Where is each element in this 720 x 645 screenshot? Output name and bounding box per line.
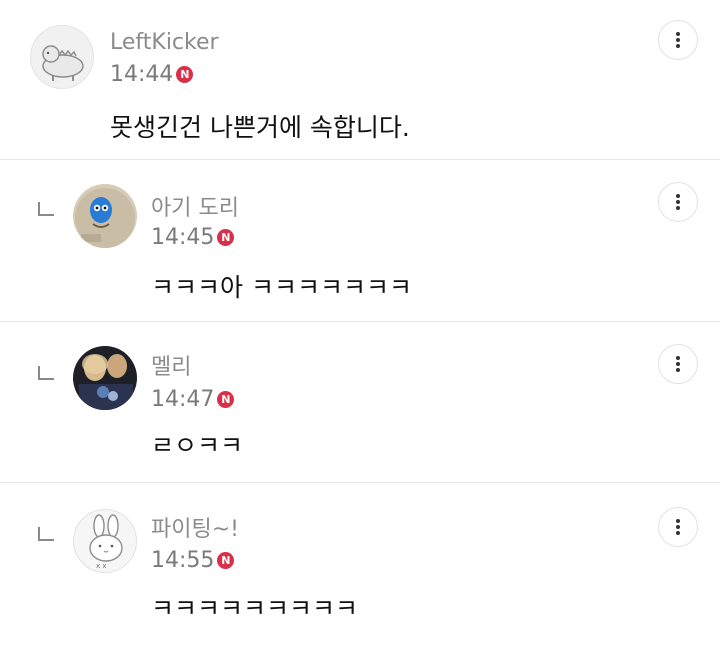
dinosaur-avatar-icon — [42, 45, 84, 81]
reply-item: 아기 도리 14:45 N ㅋㅋㅋ아 ㅋㅋㅋㅋㅋㅋㅋ — [0, 160, 720, 322]
comment-author[interactable]: 아기 도리 — [151, 190, 239, 222]
avatar[interactable] — [73, 346, 137, 410]
photo-avatar-icon — [73, 346, 137, 410]
time-row: 14:55 N — [151, 548, 235, 573]
comment-text: ㅋㅋㅋ아 ㅋㅋㅋㅋㅋㅋㅋ — [151, 273, 412, 302]
bunny-avatar-icon: x x — [89, 514, 123, 570]
more-vertical-icon — [676, 356, 680, 372]
comment-author[interactable]: 파이팅~! — [151, 511, 239, 543]
reply-item: 멜리 14:47 N ㄹㅇㅋㅋ — [0, 322, 720, 483]
comment-text: ㄹㅇㅋㅋ — [151, 431, 244, 460]
avatar[interactable] — [73, 184, 137, 248]
time-row: 14:45 N — [151, 225, 235, 250]
more-vertical-icon — [676, 519, 680, 535]
new-badge: N — [176, 66, 194, 83]
time-row: 14:44 N — [110, 62, 194, 87]
new-badge: N — [217, 229, 235, 246]
new-badge: N — [217, 552, 235, 569]
comment-time: 14:55 — [151, 548, 215, 573]
comment-time: 14:44 — [110, 62, 174, 87]
comment-text: 못생긴건 나쁜거에 속합니다. — [110, 113, 410, 142]
avatar[interactable]: x x — [73, 509, 137, 573]
reply-arrow-icon — [38, 527, 54, 541]
reply-arrow-icon — [38, 366, 54, 380]
more-vertical-icon — [676, 194, 680, 210]
comment-text: ㅋㅋㅋㅋㅋㅋㅋㅋㅋ — [151, 594, 359, 623]
more-options-button[interactable] — [658, 507, 698, 547]
new-badge: N — [217, 391, 235, 408]
comment-time: 14:47 — [151, 387, 215, 412]
more-vertical-icon — [676, 32, 680, 48]
time-row: 14:47 N — [151, 387, 235, 412]
svg-text:x x: x x — [96, 562, 107, 570]
comment-item: LeftKicker 14:44 N 못생긴건 나쁜거에 속합니다. — [0, 0, 720, 160]
fish-avatar-icon — [73, 184, 137, 248]
comment-time: 14:45 — [151, 225, 215, 250]
comment-author[interactable]: 멜리 — [151, 349, 191, 381]
more-options-button[interactable] — [658, 20, 698, 60]
avatar[interactable] — [30, 25, 94, 89]
reply-arrow-icon — [38, 202, 54, 216]
more-options-button[interactable] — [658, 344, 698, 384]
more-options-button[interactable] — [658, 182, 698, 222]
reply-item: x x 파이팅~! 14:55 N ㅋㅋㅋㅋㅋㅋㅋㅋㅋ — [0, 483, 720, 645]
comment-author[interactable]: LeftKicker — [110, 30, 219, 55]
